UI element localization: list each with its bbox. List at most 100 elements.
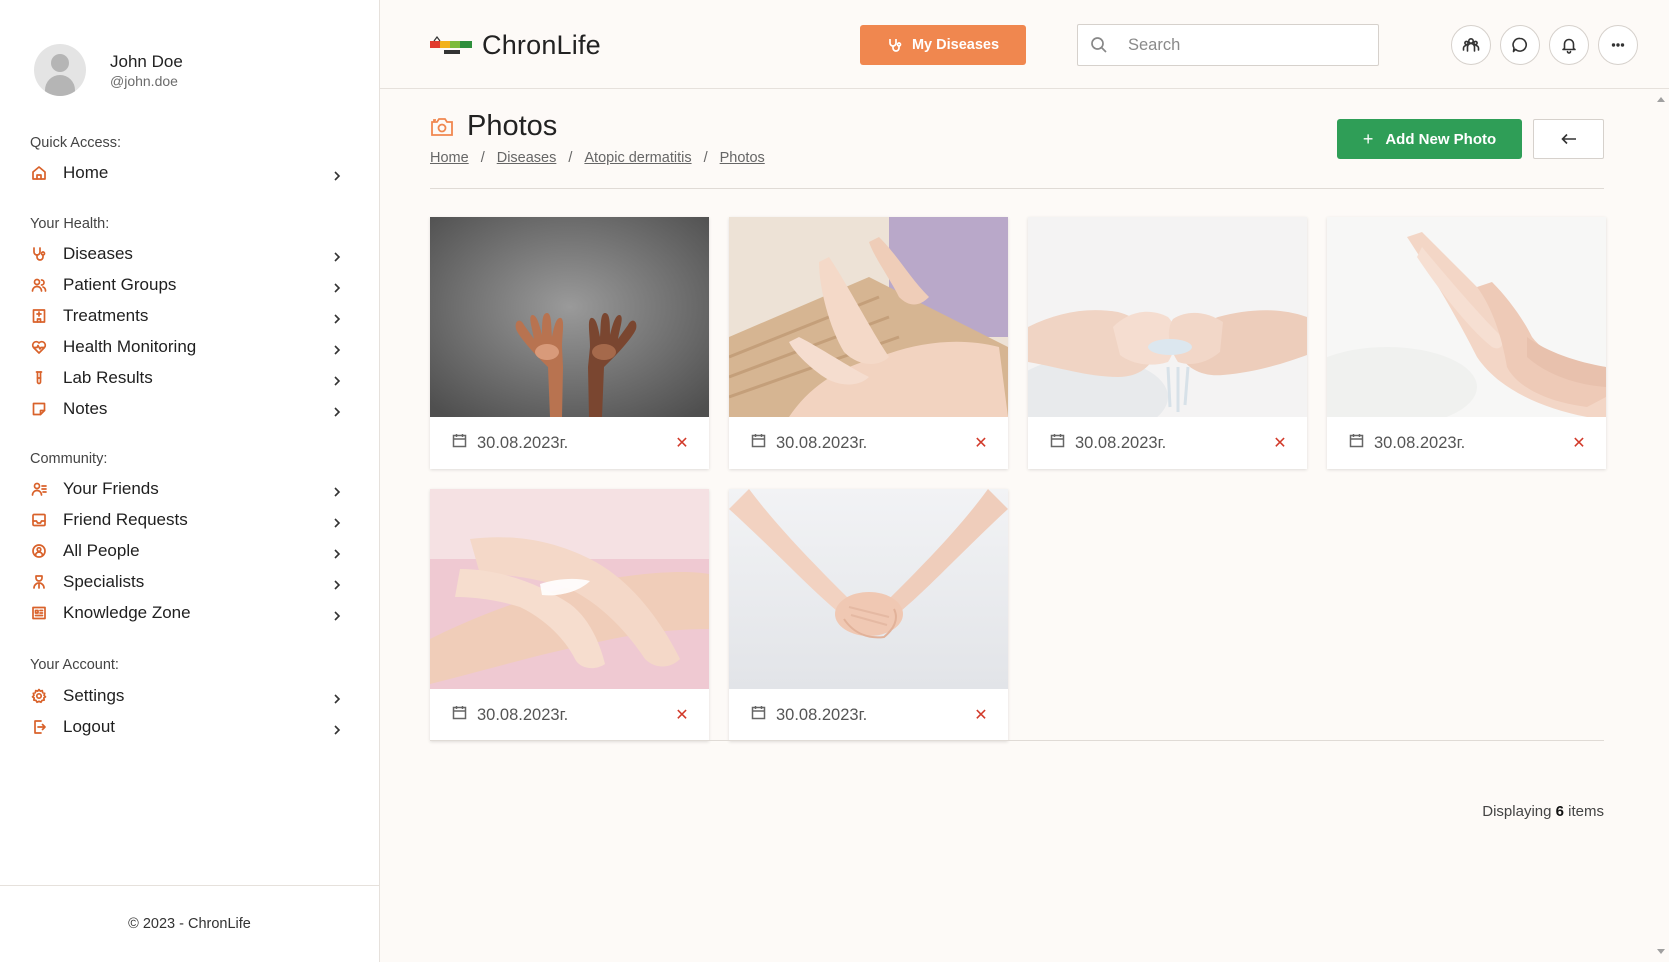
sidebar-item-label: Your Friends	[63, 479, 159, 498]
sidebar-item-health-monitoring[interactable]: Health Monitoring	[30, 333, 342, 361]
photo-card: 30.08.2023г. ✕	[430, 217, 709, 469]
photo-card: 30.08.2023г. ✕	[1028, 217, 1307, 469]
chevron-right-icon	[332, 484, 342, 497]
sidebar-item-friend-requests[interactable]: Friend Requests	[30, 506, 342, 534]
top-header: ChronLife My Diseases	[380, 0, 1669, 89]
photo-date: 30.08.2023г.	[477, 705, 569, 724]
sidebar-item-label: Settings	[63, 686, 125, 705]
sidebar-item-label: Treatments	[63, 306, 149, 325]
doctor-icon	[30, 573, 48, 591]
sidebar-item-lab-results[interactable]: Lab Results	[30, 364, 342, 392]
breadcrumb-diseases[interactable]: Diseases	[497, 150, 557, 166]
inbox-icon	[30, 511, 48, 529]
sidebar-item-notes[interactable]: Notes	[30, 395, 342, 423]
divider	[430, 740, 1604, 741]
chat-bubble-icon	[1512, 37, 1527, 53]
sidebar-item-label: Friend Requests	[63, 510, 188, 529]
breadcrumb-separator: /	[480, 150, 485, 166]
delete-photo-button[interactable]: ✕	[974, 433, 988, 453]
search-input[interactable]	[1128, 35, 1348, 55]
sidebar-item-settings[interactable]: Settings	[30, 682, 342, 710]
page-title: Photos	[430, 110, 557, 143]
items-count: Displaying 6 items	[1482, 803, 1604, 820]
sidebar-item-label: Logout	[63, 717, 115, 736]
chevron-right-icon	[332, 404, 342, 417]
scroll-up-icon[interactable]	[1657, 97, 1665, 102]
delete-photo-button[interactable]: ✕	[675, 433, 689, 453]
photo-thumbnail[interactable]	[430, 489, 709, 689]
more-horizontal-icon	[1611, 43, 1625, 47]
calendar-icon	[751, 433, 766, 453]
search-box	[1077, 24, 1379, 66]
vertical-scrollbar[interactable]	[1652, 89, 1669, 962]
sidebar-item-your-friends[interactable]: Your Friends	[30, 475, 342, 503]
note-icon	[30, 400, 48, 418]
hospital-icon	[30, 307, 48, 325]
avatar	[34, 44, 86, 96]
sidebar-item-logout[interactable]: Logout	[30, 713, 342, 741]
sidebar-item-all-people[interactable]: All People	[30, 537, 342, 565]
photo-card: 30.08.2023г. ✕	[430, 489, 709, 741]
breadcrumb-photos[interactable]: Photos	[720, 150, 765, 166]
bell-icon	[1562, 38, 1576, 54]
photo-date: 30.08.2023г.	[1075, 433, 1167, 452]
user-handle: @john.doe	[110, 72, 178, 89]
chevron-right-icon	[332, 608, 342, 621]
back-button[interactable]	[1533, 119, 1604, 159]
photo-thumbnail[interactable]	[1028, 217, 1307, 417]
items-count-prefix: Displaying	[1482, 803, 1552, 820]
sidebar-item-label: Health Monitoring	[63, 337, 197, 356]
breadcrumb-separator: /	[703, 150, 708, 166]
calendar-icon	[1349, 433, 1364, 453]
section-title-your-health: Your Health:	[30, 216, 110, 232]
scroll-down-icon[interactable]	[1657, 949, 1665, 954]
delete-photo-button[interactable]: ✕	[1572, 433, 1586, 453]
chevron-right-icon	[332, 546, 342, 559]
sidebar-item-treatments[interactable]: Treatments	[30, 302, 342, 330]
people-button[interactable]	[1451, 25, 1491, 65]
sidebar-item-diseases[interactable]: Diseases	[30, 240, 342, 268]
delete-photo-button[interactable]: ✕	[675, 705, 689, 725]
chevron-right-icon	[332, 342, 342, 355]
user-name: John Doe	[110, 51, 183, 71]
photo-date: 30.08.2023г.	[776, 433, 868, 452]
delete-photo-button[interactable]: ✕	[1273, 433, 1287, 453]
plus-icon: +	[1362, 128, 1374, 149]
people-group-icon	[1462, 37, 1480, 52]
book-icon	[30, 604, 48, 622]
photo-thumbnail[interactable]	[729, 489, 1008, 689]
photo-thumbnail[interactable]	[729, 217, 1008, 417]
sidebar-item-label: Lab Results	[63, 368, 153, 387]
user-profile[interactable]: John Doe @john.doe	[34, 44, 183, 96]
more-options-button[interactable]	[1598, 25, 1638, 65]
sidebar-item-home[interactable]: Home	[30, 159, 342, 187]
sidebar-footer: © 2023 - ChronLife	[0, 885, 379, 962]
messages-button[interactable]	[1500, 25, 1540, 65]
chevron-right-icon	[332, 168, 342, 181]
sidebar-item-label: Patient Groups	[63, 275, 177, 294]
sidebar-item-label: All People	[63, 541, 140, 560]
add-new-photo-button[interactable]: + Add New Photo	[1337, 119, 1522, 159]
photo-thumbnail[interactable]	[430, 217, 709, 417]
photo-date: 30.08.2023г.	[776, 705, 868, 724]
my-diseases-label: My Diseases	[911, 37, 1000, 53]
sidebar-item-label: Notes	[63, 399, 108, 418]
stethoscope-icon	[30, 245, 48, 263]
my-diseases-button[interactable]: My Diseases	[860, 25, 1026, 65]
sidebar-item-specialists[interactable]: Specialists	[30, 568, 342, 596]
delete-photo-button[interactable]: ✕	[974, 705, 988, 725]
sidebar-item-patient-groups[interactable]: Patient Groups	[30, 271, 342, 299]
add-new-photo-label: Add New Photo	[1385, 130, 1497, 148]
sidebar-item-label: Specialists	[63, 572, 145, 591]
notifications-button[interactable]	[1549, 25, 1589, 65]
breadcrumb-home[interactable]: Home	[430, 150, 469, 166]
logo[interactable]: ChronLife	[430, 30, 601, 61]
globe-people-icon	[30, 542, 48, 560]
sidebar-item-knowledge-zone[interactable]: Knowledge Zone	[30, 599, 342, 627]
photo-card: 30.08.2023г. ✕	[729, 217, 1008, 469]
user-list-icon	[30, 480, 48, 498]
calendar-icon	[452, 705, 467, 725]
photo-thumbnail[interactable]	[1327, 217, 1606, 417]
chevron-right-icon	[332, 691, 342, 704]
breadcrumb-atopic-dermatitis[interactable]: Atopic dermatitis	[584, 150, 691, 166]
